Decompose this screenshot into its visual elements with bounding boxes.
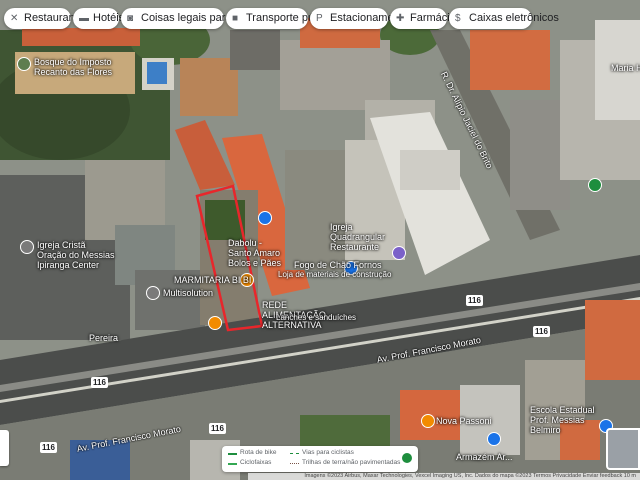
bed-icon: ▬ — [79, 13, 89, 24]
place-label-bosque[interactable]: Bosque do Imposto Recanto das Flores — [34, 57, 134, 77]
place-label-fogo[interactable]: Fogo de Chão Fornos — [294, 260, 382, 270]
place-label-armazem[interactable]: Armazém Ar... — [456, 452, 513, 462]
parking-icon: P — [316, 13, 323, 24]
bike-route-swatch — [228, 453, 237, 455]
park-pin-icon[interactable] — [17, 57, 31, 71]
category-chips-bar: ✕ Restaurantes ▬ Hotéis ◙ Coisas legais par… — [4, 8, 636, 30]
map-attribution: Imagens ©2023 Airbus, Maxar Technologies… — [248, 473, 640, 480]
zoom-control[interactable] — [0, 430, 9, 466]
layer-thumbnail[interactable] — [606, 428, 640, 470]
camera-icon: ◙ — [127, 13, 134, 24]
green-pin-icon[interactable] — [588, 178, 602, 192]
dirt-trail-swatch — [290, 463, 299, 464]
cycle-path-swatch — [290, 453, 299, 454]
restaurant-pin-icon[interactable] — [421, 414, 435, 428]
place-label-pereira[interactable]: Pereira — [89, 333, 118, 343]
chip-label: Hotéis — [93, 12, 125, 24]
bus-icon: ■ — [232, 13, 239, 24]
pharmacy-icon: ✚ — [396, 13, 405, 24]
legend-bike-lane: Ciclofaixas — [240, 459, 272, 466]
place-label-igreja[interactable]: Igreja Cristã Oração do Messias Ipiranga… — [37, 240, 115, 270]
chip-restaurants[interactable]: ✕ Restaurantes — [4, 8, 89, 29]
shop-pin-icon[interactable] — [487, 432, 501, 446]
place-label-multisolution[interactable]: Multisolution — [163, 288, 213, 298]
legend-cycle-paths: Vias para ciclistas — [302, 449, 354, 456]
chip-label: Caixas eletrônicos — [469, 12, 559, 24]
bike-lane-swatch — [228, 463, 237, 465]
chip-hotels[interactable]: ▬ Hotéis — [73, 8, 124, 29]
route-shield-116: 116 — [466, 295, 483, 306]
chip-atms[interactable]: $ Caixas eletrônicos — [449, 8, 559, 29]
fork-knife-icon: ✕ — [10, 13, 19, 24]
chip-public-transport[interactable]: ■ Transporte público — [226, 8, 337, 29]
bike-legend: Rota de bike Ciclofaixas Vias para cicli… — [222, 446, 418, 472]
legend-dirt-trails: Trilhas de terra/não pavimentadas — [302, 459, 401, 466]
atm-icon: $ — [455, 13, 461, 24]
place-label-fogo-sub: Loja de materiais de construção — [278, 270, 392, 279]
route-shield-116: 116 — [209, 423, 226, 434]
place-label-dabolu[interactable]: Dabolu - Santo Amaro Bolos e Pães — [228, 238, 288, 268]
place-label-marmitaria[interactable]: MARMITARIA BI BI — [174, 275, 251, 285]
route-shield-116: 116 — [91, 377, 108, 388]
route-shield-116: 116 — [533, 326, 550, 337]
chip-pharmacies[interactable]: ✚ Farmácias — [390, 8, 461, 29]
place-label-escola[interactable]: Escola Estadual Prof. Messias Belmiro — [530, 405, 600, 435]
legend-bike-route: Rota de bike — [240, 449, 277, 456]
place-label-igreja-restaurante[interactable]: Igreja Quadrangular Restaurante — [330, 222, 400, 252]
chip-parking[interactable]: P Estacionamento — [310, 8, 409, 29]
church-pin-icon[interactable] — [20, 240, 34, 254]
place-pin-icon[interactable] — [146, 286, 160, 300]
place-label-maria-helena[interactable]: Maria He... — [611, 63, 640, 73]
bakery-pin-icon[interactable] — [258, 211, 272, 225]
route-shield-116: 116 — [40, 442, 57, 453]
place-label-nova-passoni[interactable]: Nova Passoni — [436, 416, 492, 426]
food-pin-icon[interactable] — [208, 316, 222, 330]
chip-things-to-do[interactable]: ◙ Coisas legais para fazer — [121, 8, 259, 29]
place-label-alimentacao-sub: Lanches e sanduíches — [276, 313, 357, 322]
legend-toggle-icon[interactable] — [402, 453, 412, 463]
